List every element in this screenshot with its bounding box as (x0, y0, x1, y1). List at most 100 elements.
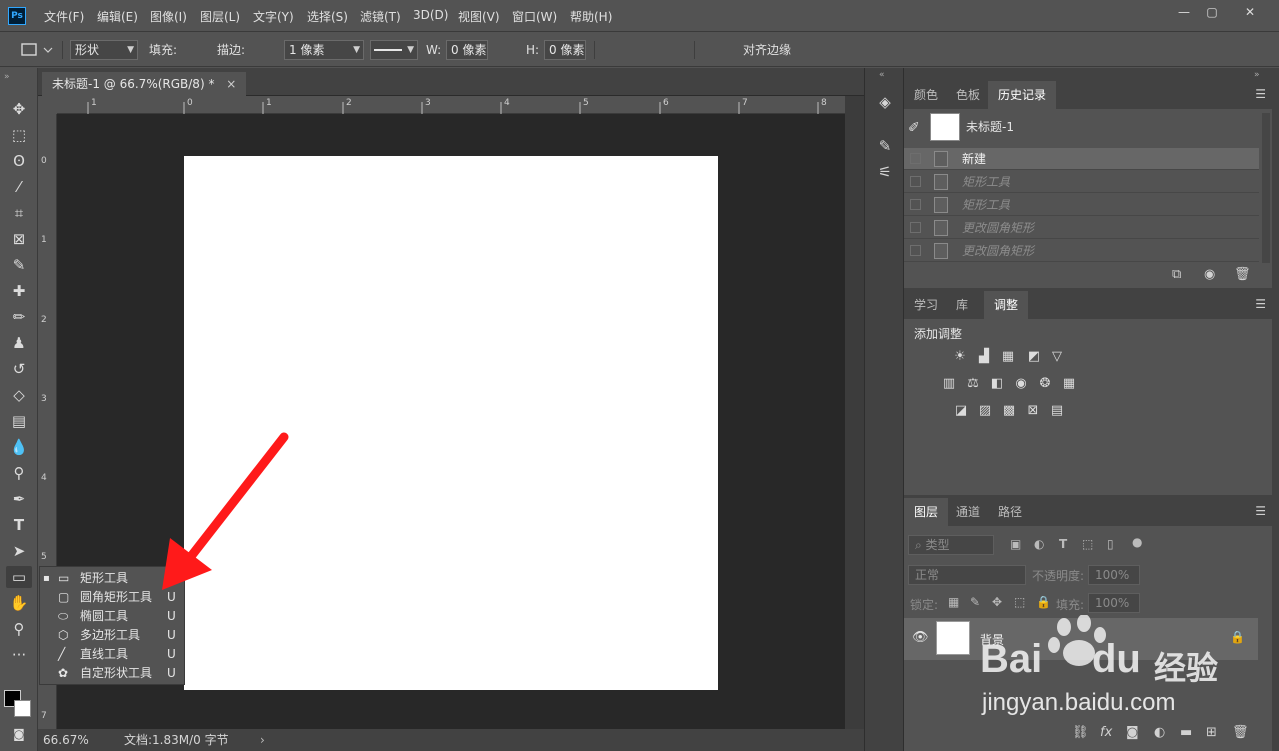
close-window-button[interactable]: ✕ (1236, 4, 1264, 20)
gradient-tool-icon[interactable]: ▤ (6, 410, 32, 432)
zoom-tool-icon[interactable]: ⚲ (6, 618, 32, 640)
background-color-swatch[interactable] (14, 700, 31, 717)
type-tool-icon[interactable]: T (6, 514, 32, 536)
posterize-icon[interactable]: ▨ (976, 402, 994, 420)
curves-icon[interactable]: ▦ (999, 348, 1017, 366)
history-brush-checkbox[interactable] (910, 199, 921, 210)
history-brush-checkbox[interactable] (910, 245, 921, 256)
quick-mask-icon[interactable]: ◙ (6, 723, 32, 745)
color-balance-icon[interactable]: ⚖ (964, 375, 982, 393)
camera-icon[interactable]: ◉ (1204, 267, 1215, 282)
collapse-icon[interactable]: « (879, 70, 885, 80)
vertical-scrollbar[interactable] (845, 96, 864, 729)
history-state[interactable]: 更改圆角矩形 (904, 217, 1259, 239)
tab-adjustments[interactable]: 调整 (984, 291, 1029, 319)
tab-channels[interactable]: 通道 (946, 498, 990, 526)
lasso-tool-icon[interactable]: ʘ (6, 150, 32, 172)
menu-help[interactable]: 帮助(H) (570, 8, 612, 25)
3d-panel-icon[interactable]: ◈ (873, 90, 897, 114)
type-filter-icon[interactable]: T (1059, 537, 1067, 551)
maximize-button[interactable]: ▢ (1198, 4, 1226, 20)
brush-tool-icon[interactable]: ✏ (6, 306, 32, 328)
tab-paths[interactable]: 路径 (988, 498, 1032, 526)
opacity-input[interactable]: 100% (1088, 565, 1140, 585)
tab-layers[interactable]: 图层 (904, 498, 949, 526)
flyout-polygon-tool[interactable]: ⬡ 多边形工具 U (40, 626, 184, 645)
filter-toggle-icon[interactable]: ● (1132, 535, 1142, 549)
history-state[interactable]: 新建 (904, 148, 1259, 170)
blend-mode-dropdown[interactable]: 正常 (908, 565, 1026, 585)
new-group-icon[interactable]: ▬ (1180, 725, 1192, 740)
brightness-contrast-icon[interactable]: ☀ (951, 348, 969, 366)
smart-object-filter-icon[interactable]: ▯ (1107, 537, 1114, 551)
new-document-from-state-icon[interactable]: ⧉ (1172, 267, 1181, 282)
tab-swatches[interactable]: 色板 (946, 81, 990, 109)
threshold-icon[interactable]: ▩ (1000, 402, 1018, 420)
link-layers-icon[interactable]: ⛓ (1072, 725, 1089, 740)
menu-edit[interactable]: 编辑(E) (97, 8, 138, 25)
stroke-type-dropdown[interactable]: ▼ (370, 40, 418, 60)
menu-file[interactable]: 文件(F) (44, 8, 84, 25)
healing-brush-tool-icon[interactable]: ✚ (6, 280, 32, 302)
menu-image[interactable]: 图像(I) (150, 8, 187, 25)
clone-stamp-tool-icon[interactable]: ♟ (6, 332, 32, 354)
layer-style-icon[interactable]: fx (1100, 725, 1112, 740)
menu-window[interactable]: 窗口(W) (512, 8, 557, 25)
pen-tool-icon[interactable]: ✒ (6, 488, 32, 510)
width-input[interactable]: 0 像素 (446, 40, 488, 60)
zoom-level[interactable]: 66.67% (43, 729, 89, 751)
stroke-width-dropdown[interactable]: 1 像素 ▼ (284, 40, 364, 60)
lock-position-icon[interactable]: ✥ (992, 595, 1002, 609)
flyout-ellipse-tool[interactable]: ⬭ 椭圆工具 U (40, 607, 184, 626)
history-brush-checkbox[interactable] (910, 176, 921, 187)
exposure-icon[interactable]: ◩ (1025, 348, 1043, 366)
rectangle-tool-icon[interactable]: ▭ (6, 566, 32, 588)
history-snapshot[interactable]: ✐ 未标题-1 (904, 111, 1259, 151)
history-state[interactable]: 矩形工具 (904, 194, 1259, 216)
history-state[interactable]: 矩形工具 (904, 171, 1259, 193)
minimize-button[interactable]: — (1170, 4, 1198, 20)
selective-color-icon[interactable]: ⊠ (1024, 402, 1042, 420)
panel-menu-icon[interactable]: ☰ (1255, 87, 1266, 101)
hue-saturation-icon[interactable]: ▥ (940, 375, 958, 393)
eye-icon[interactable]: 👁 (912, 630, 929, 645)
horizontal-ruler[interactable]: 1 0 1 2 3 4 5 6 7 8 (57, 96, 845, 114)
path-selection-tool-icon[interactable]: ➤ (6, 540, 32, 562)
dodge-tool-icon[interactable]: ⚲ (6, 462, 32, 484)
blur-tool-icon[interactable]: 💧 (6, 436, 32, 458)
gradient-map-icon[interactable]: ▤ (1048, 402, 1066, 420)
vibrance-icon[interactable]: ▽ (1048, 348, 1066, 366)
lock-all-icon[interactable]: 🔒 (1036, 595, 1051, 609)
history-brush-checkbox[interactable] (910, 153, 921, 164)
eyedropper-tool-icon[interactable]: ✎ (6, 254, 32, 276)
eraser-tool-icon[interactable]: ◇ (6, 384, 32, 406)
flyout-rectangle-tool[interactable]: ▪ ▭ 矩形工具 U (40, 569, 184, 588)
collapse-icon[interactable]: » (1254, 70, 1260, 80)
chevron-right-icon[interactable]: › (260, 729, 265, 751)
menu-filter[interactable]: 滤镜(T) (360, 8, 401, 25)
tab-history[interactable]: 历史记录 (988, 81, 1057, 109)
tab-color[interactable]: 颜色 (904, 81, 948, 109)
more-tools-icon[interactable]: ··· (6, 644, 32, 666)
lock-image-icon[interactable]: ✎ (970, 595, 980, 609)
history-state[interactable]: 更改圆角矩形 (904, 240, 1259, 262)
menu-select[interactable]: 选择(S) (307, 8, 348, 25)
collapse-icon[interactable]: » (4, 72, 10, 82)
levels-icon[interactable]: ▟ (975, 348, 993, 366)
move-tool-icon[interactable]: ✥ (6, 98, 32, 120)
fill-input[interactable]: 100% (1088, 593, 1140, 613)
layer-filter-dropdown[interactable]: ⌕ 类型 (908, 535, 994, 555)
menu-layer[interactable]: 图层(L) (200, 8, 240, 25)
image-filter-icon[interactable]: ▣ (1010, 537, 1021, 551)
hand-tool-icon[interactable]: ✋ (6, 592, 32, 614)
marquee-tool-icon[interactable]: ⬚ (6, 124, 32, 146)
history-brush-tool-icon[interactable]: ↺ (6, 358, 32, 380)
document-tab[interactable]: 未标题-1 @ 66.7%(RGB/8) * × (42, 72, 247, 96)
properties-icon[interactable]: ⚟ (873, 160, 897, 184)
flyout-line-tool[interactable]: ╱ 直线工具 U (40, 645, 184, 664)
crop-tool-icon[interactable]: ⌗ (6, 202, 32, 224)
history-brush-checkbox[interactable] (910, 222, 921, 233)
layer-row-background[interactable]: 👁 背景 🔒 (904, 618, 1258, 660)
history-brush-source-icon[interactable]: ✐ (908, 120, 920, 136)
shape-filter-icon[interactable]: ⬚ (1082, 537, 1093, 551)
